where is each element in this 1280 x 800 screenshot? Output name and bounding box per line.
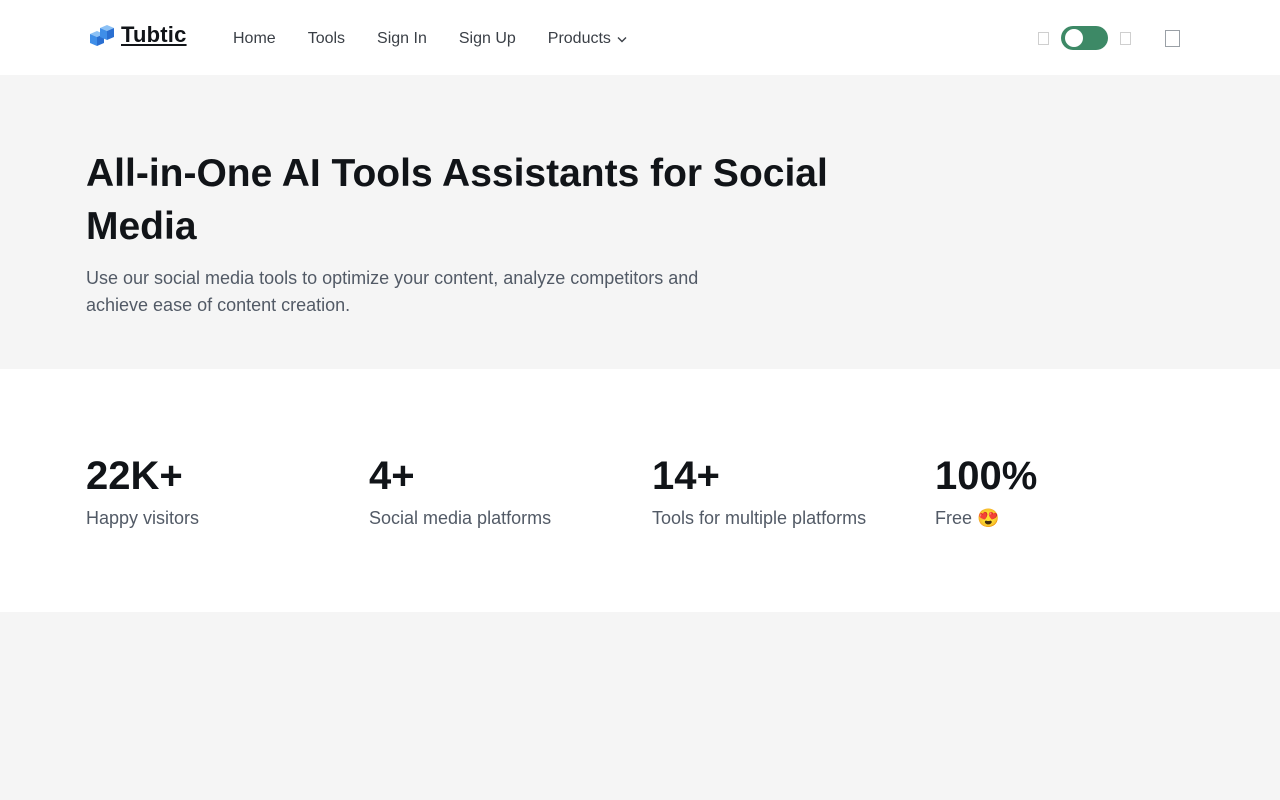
nav-sign-in[interactable]: Sign In <box>377 29 427 49</box>
stat-label: Happy visitors <box>86 508 200 528</box>
stat-visitors: 22K+ Happy visitors <box>86 453 199 529</box>
stat-value: 22K+ <box>86 454 183 498</box>
stats-section: 22K+ Happy visitors 4+ Social media plat… <box>0 369 1280 612</box>
nav-products-dropdown[interactable]: Products <box>548 28 627 49</box>
cube-logo-icon <box>88 22 118 48</box>
stat-free: 100% Free 😍 <box>935 453 1037 529</box>
stat-platforms: 4+ Social media platforms <box>369 453 551 529</box>
stat-value: 4+ <box>369 454 415 498</box>
lower-section <box>0 612 1280 800</box>
nav-products-label: Products <box>547 29 611 47</box>
toggle-knob <box>1065 29 1083 47</box>
hero-section: All-in-One AI Tools Assistants for Socia… <box>0 75 1280 369</box>
moon-icon <box>1120 31 1131 45</box>
stat-label: Free 😍 <box>935 508 1000 528</box>
theme-switcher <box>1038 26 1131 50</box>
hero-title: All-in-One AI Tools Assistants for Socia… <box>86 152 828 248</box>
nav-sign-up[interactable]: Sign Up <box>459 29 516 49</box>
stat-value: 100% <box>935 454 1038 498</box>
nav-tools[interactable]: Tools <box>308 29 345 49</box>
menu-icon[interactable] <box>1165 30 1180 47</box>
nav-home[interactable]: Home <box>233 29 276 49</box>
brand-logo-link[interactable]: Tubtic <box>88 22 187 48</box>
theme-toggle[interactable] <box>1061 26 1108 50</box>
stat-tools: 14+ Tools for multiple platforms <box>652 453 866 529</box>
stat-value: 14+ <box>652 454 720 498</box>
brand-name: Tubtic <box>121 22 187 47</box>
stat-label: Social media platforms <box>369 508 552 528</box>
sun-icon <box>1038 31 1049 45</box>
main-nav: Home Tools Sign In Sign Up Products <box>233 28 659 49</box>
site-header: Tubtic Home Tools Sign In Sign Up Produc… <box>0 0 1280 75</box>
chevron-down-icon <box>617 29 627 49</box>
stat-label: Tools for multiple platforms <box>652 508 867 528</box>
hero-subtitle: Use our social media tools to optimize y… <box>86 268 699 315</box>
